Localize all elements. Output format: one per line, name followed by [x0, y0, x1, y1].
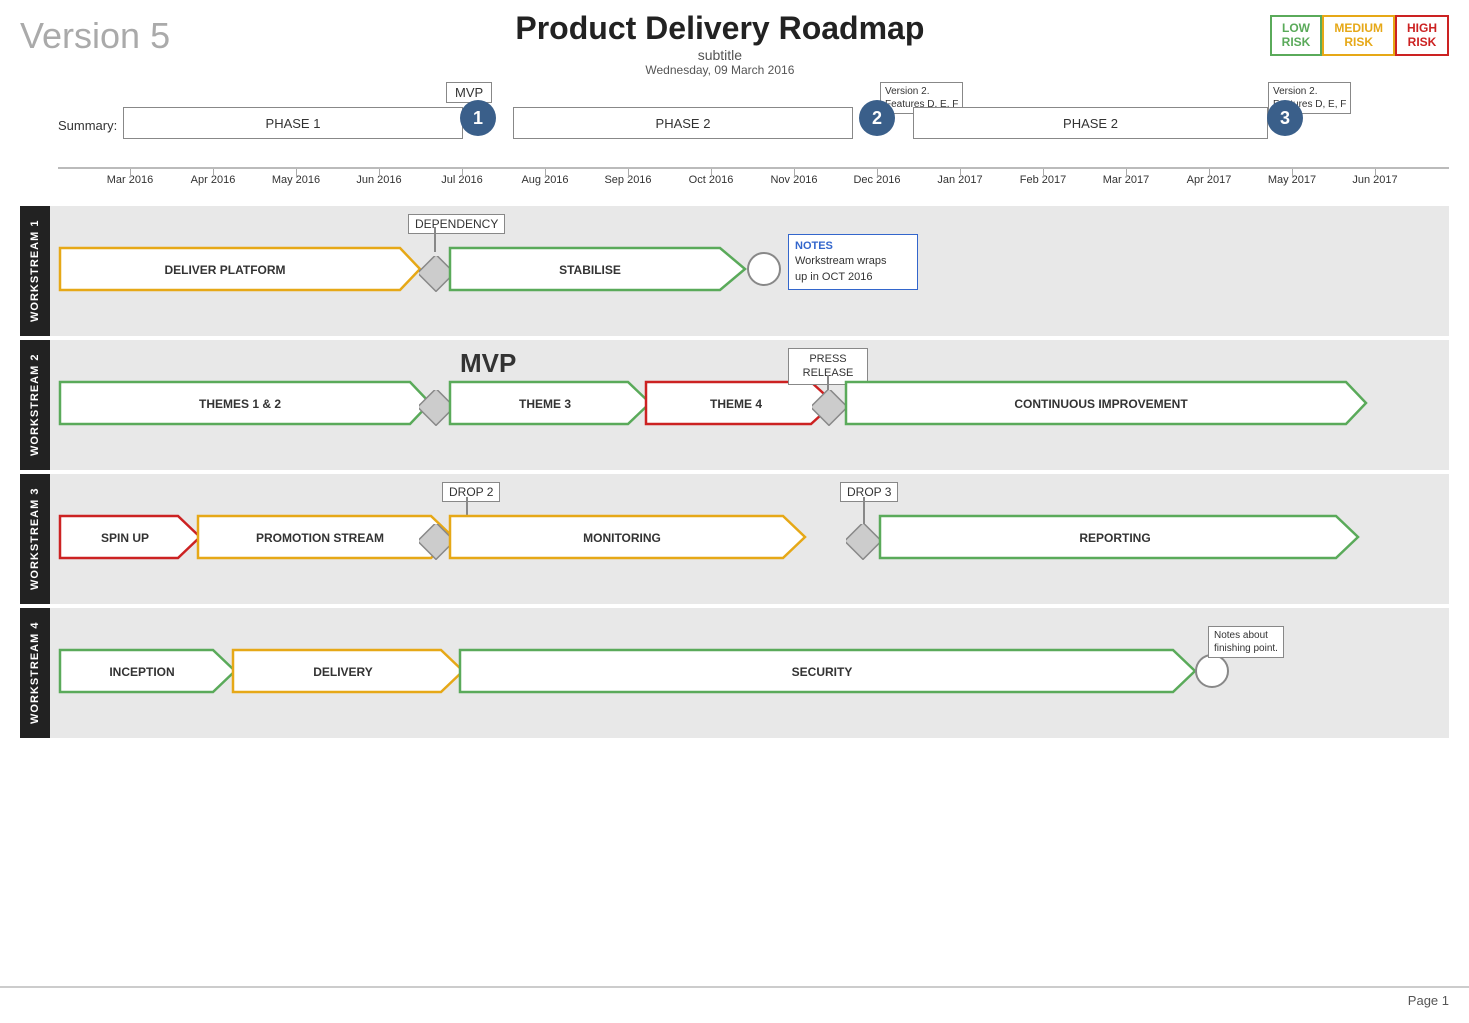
note-title-ws1: NOTES: [795, 239, 911, 254]
circle-ws1: [747, 252, 781, 286]
workstream-content-2: THEMES 1 & 2 MVP THEME 3: [50, 340, 1449, 470]
workstream-content-4: INCEPTION DELIVERY SECURITY Notes aboutf…: [50, 608, 1449, 738]
dependency-connector: [434, 227, 436, 252]
page-container: Version 5 Product Delivery Roadmap subti…: [0, 0, 1469, 1023]
promotion-shape: PROMOTION STREAM: [198, 516, 453, 558]
workstream-row-4: WORKSTREAM 4 INCEPTION DELIVERY SECURITY: [20, 608, 1449, 738]
timeline-ticks: Mar 2016 Apr 2016 May 2016 Jun 2016 Jul …: [58, 167, 1449, 202]
monitoring-shape: MONITORING: [450, 516, 805, 558]
drop3-connector: [863, 497, 865, 527]
date-text: Wednesday, 09 March 2016: [170, 63, 1270, 77]
svg-text:STABILISE: STABILISE: [559, 263, 621, 277]
small-note-ws4: Notes aboutfinishing point.: [1208, 626, 1284, 658]
bottom-border: [0, 986, 1469, 988]
svg-text:SECURITY: SECURITY: [792, 665, 853, 679]
header: Version 5 Product Delivery Roadmap subti…: [20, 10, 1449, 77]
continuous-improvement-shape: CONTINUOUS IMPROVEMENT: [846, 382, 1366, 424]
theme4-shape: THEME 4: [646, 382, 834, 424]
circle-ws4: [1195, 654, 1229, 688]
svg-text:PROMOTION STREAM: PROMOTION STREAM: [256, 531, 384, 545]
svg-text:CONTINUOUS IMPROVEMENT: CONTINUOUS IMPROVEMENT: [1014, 397, 1188, 411]
svg-text:REPORTING: REPORTING: [1079, 531, 1150, 545]
diamond-svg-ws3-2: [846, 524, 882, 560]
svg-text:DELIVER PLATFORM: DELIVER PLATFORM: [164, 263, 285, 277]
workstream-row-3: WORKSTREAM 3 DROP 2 SPIN UP PROMOTION ST…: [20, 474, 1449, 604]
workstream-label-3: WORKSTREAM 3: [20, 474, 50, 604]
spinup-shape: SPIN UP: [60, 516, 200, 558]
milestone-1: 1: [460, 100, 496, 136]
theme3-shape: THEME 3: [450, 382, 650, 424]
note-text-ws1: Workstream wrapsup in OCT 2016: [795, 254, 911, 285]
delivery-shape: DELIVERY: [233, 650, 463, 692]
svg-text:INCEPTION: INCEPTION: [109, 665, 174, 679]
workstream-row-2: WORKSTREAM 2 THEMES 1 & 2 MVP: [20, 340, 1449, 470]
diamond-ws2-2: [812, 390, 848, 431]
stabilise-shape: STABILISE: [450, 248, 745, 290]
svg-text:SPIN UP: SPIN UP: [101, 531, 149, 545]
timeline-area: Summary: MVP Version 2.Features D, E, F …: [20, 82, 1449, 738]
main-title: Product Delivery Roadmap: [170, 10, 1270, 47]
reporting-shape: REPORTING: [880, 516, 1358, 558]
svg-text:THEME 4: THEME 4: [710, 397, 762, 411]
workstream-label-2: WORKSTREAM 2: [20, 340, 50, 470]
svg-text:DELIVERY: DELIVERY: [313, 665, 373, 679]
phase-bar-3: PHASE 2: [913, 107, 1268, 139]
summary-label: Summary:: [58, 118, 117, 133]
milestone-3: 3: [1267, 100, 1303, 136]
workstream-label-1: WORKSTREAM 1: [20, 206, 50, 336]
low-risk-badge: LOWRISK: [1270, 15, 1323, 56]
version-label: Version 5: [20, 10, 170, 57]
phase-bar-1: PHASE 1: [123, 107, 463, 139]
title-block: Product Delivery Roadmap subtitle Wednes…: [170, 10, 1270, 77]
note-box-ws1: NOTES Workstream wrapsup in OCT 2016: [788, 234, 918, 290]
inception-shape: INCEPTION: [60, 650, 235, 692]
subtitle: subtitle: [170, 47, 1270, 63]
high-risk-badge: HIGHRISK: [1395, 15, 1449, 56]
summary-row: Summary: MVP Version 2.Features D, E, F …: [58, 82, 1449, 167]
security-shape: SECURITY: [460, 650, 1195, 692]
milestone-2: 2: [859, 100, 895, 136]
medium-risk-badge: MEDIUMRISK: [1322, 15, 1395, 56]
workstream-row-1: WORKSTREAM 1 DELIVER PLATFORM DEPENDENCY: [20, 206, 1449, 336]
workstream-label-4: WORKSTREAM 4: [20, 608, 50, 738]
risk-legend: LOWRISK MEDIUMRISK HIGHRISK: [1270, 10, 1449, 56]
svg-text:MONITORING: MONITORING: [583, 531, 661, 545]
drop3-label: DROP 3: [840, 482, 898, 502]
workstream-content-1: DELIVER PLATFORM DEPENDENCY STABILISE: [50, 206, 1449, 336]
drop2-label: DROP 2: [442, 482, 500, 502]
phase-bar-2: PHASE 2: [513, 107, 853, 139]
workstream-content-3: DROP 2 SPIN UP PROMOTION STREAM: [50, 474, 1449, 604]
dependency-label: DEPENDENCY: [408, 214, 505, 234]
diamond-ws3-2: [846, 524, 882, 565]
diamond-svg-ws2-2: [812, 390, 848, 426]
deliver-platform-shape: DELIVER PLATFORM: [60, 248, 420, 290]
themes12-shape: THEMES 1 & 2: [60, 382, 430, 424]
mvp-big-ws2: MVP: [460, 348, 516, 379]
page-number: Page 1: [1408, 993, 1449, 1008]
svg-text:THEMES 1 & 2: THEMES 1 & 2: [199, 397, 281, 411]
svg-text:THEME 3: THEME 3: [519, 397, 571, 411]
mvp-label-top: MVP: [446, 82, 492, 103]
